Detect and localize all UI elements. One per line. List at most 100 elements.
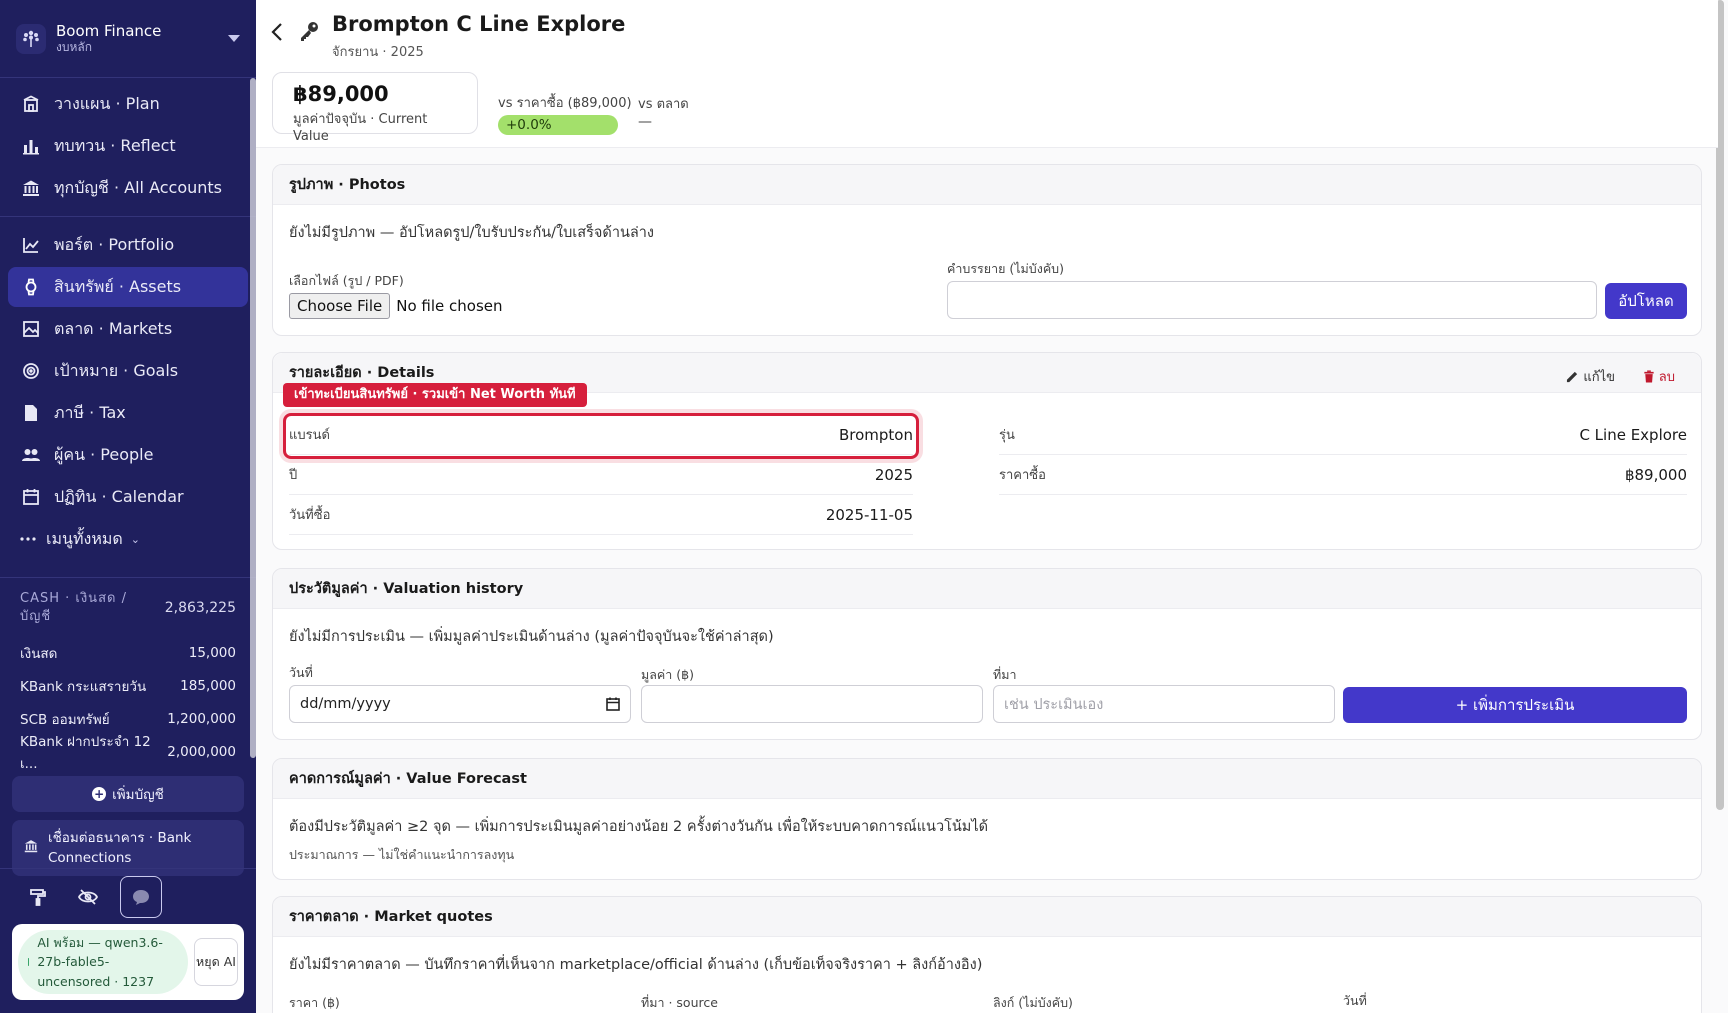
vs-market-label: vs ตลาด [638,97,689,112]
forecast-card: คาดการณ์มูลค่า · Value Forecast ต้องมีปร… [272,758,1702,880]
budget-name: งบหลัก [56,40,93,55]
choose-file-button[interactable]: Choose File [289,293,391,319]
nav-all-accounts-label: ทุกบัญชี · All Accounts [54,177,222,197]
sidebar: Boom Finance งบหลัก วางแผน · Plan ทบทวน … [0,0,256,1013]
chevron-down-icon: ⌄ [130,532,141,546]
detail-row-purchase-date: วันที่ซื้อ 2025-11-05 [289,495,913,535]
market-quotes-card: ราคาตลาด · Market quotes ยังไม่มีราคาตลา… [272,896,1702,1013]
detail-row-purchase-price: ราคาซื้อ ฿89,000 [999,455,1687,495]
caret-down-icon[interactable] [228,35,240,42]
cash-account-value: 1,200,000 [167,710,236,727]
add-account-button[interactable]: + เพิ่มบัญชี [12,776,244,813]
watch-icon [20,276,42,298]
cash-total: 2,863,225 [164,600,236,617]
nav-markets-label: ตลาด · Markets [54,318,173,338]
valuation-value-label: มูลค่า (฿) [641,667,694,682]
quote-date-label: วันที่ [1343,993,1367,1008]
valuation-date-input[interactable]: dd/mm/yyyy [289,685,631,723]
line-chart-icon [20,234,42,256]
description-label: คำบรรยาย (ไม่บังคับ) [947,261,1064,276]
valuation-value-input[interactable] [641,685,983,723]
nav-assets-label: สินทรัพย์ · Assets [54,276,182,296]
target-icon [20,360,42,382]
vs-purchase-badge: +0.0% [498,115,618,135]
nav-portfolio-label: พอร์ต · Portfolio [54,234,175,254]
nav-all-accounts[interactable]: ทุกบัญชี · All Accounts [8,168,248,208]
back-arrow-icon[interactable] [270,22,284,46]
detail-row-year: ปี 2025 [289,455,913,495]
tree-logo-icon [16,23,46,54]
photos-title: รูปภาพ · Photos [273,165,1701,205]
bar-chart-icon [20,135,42,157]
nav-people[interactable]: ผู้คน · People [8,435,248,475]
edit-button[interactable]: แก้ไข [1566,366,1615,387]
nav-reflect-label: ทบทวน · Reflect [54,135,176,155]
nav-tax-label: ภาษี · Tax [54,402,126,422]
nav-plan-label: วางแผน · Plan [54,93,160,113]
valuation-source-input[interactable]: เช่น ประเมินเอง [993,685,1335,723]
paint-roller-icon[interactable] [20,879,56,915]
upload-button[interactable]: อัปโหลด [1605,283,1687,319]
detail-value: 2025-11-05 [825,505,913,524]
valuation-card: ประวัติมูลค่า · Valuation history ยังไม่… [272,568,1702,740]
photos-empty-text: ยังไม่มีรูปภาพ — อัปโหลดรูป/ใบรับประกัน/… [289,225,654,241]
sidebar-tools [0,868,256,924]
nav-all-menu[interactable]: เมนูทั้งหมด ⌄ [8,519,248,559]
stop-ai-button[interactable]: หยุด AI [194,938,238,986]
calendar-icon[interactable] [606,697,620,711]
cash-account-row[interactable]: KBank ฝากประจำ 12 เ... 2,000,000 [20,734,236,772]
market-quotes-title: ราคาตลาด · Market quotes [273,897,1701,937]
main-nav: วางแผน · Plan ทบทวน · Reflect ทุกบัญชี ·… [0,78,256,559]
description-input[interactable] [947,281,1597,319]
bank-icon [24,839,38,857]
nav-markets[interactable]: ตลาด · Markets [8,309,248,349]
current-value: ฿89,000 [293,82,389,106]
no-file-text: No file chosen [396,297,503,315]
detail-key: ราคาซื้อ [999,468,1046,483]
nav-divider [0,216,256,217]
nav-all-menu-label: เมนูทั้งหมด [46,528,123,548]
chat-bubble-icon[interactable] [120,875,162,918]
nav-assets[interactable]: สินทรัพย์ · Assets [8,267,248,307]
nav-plan[interactable]: วางแผน · Plan [8,84,248,124]
nav-people-label: ผู้คน · People [54,444,154,464]
cash-account-name: SCB ออมทรัพย์ [20,711,110,728]
highlight-outline [283,413,919,459]
vs-purchase-label: vs ราคาซื้อ (฿89,000) [498,96,632,111]
nav-reflect[interactable]: ทบทวน · Reflect [8,126,248,166]
cash-account-row[interactable]: KBank กระแสรายวัน 185,000 [20,669,236,702]
detail-value: 2025 [874,465,913,484]
ai-status-pill: AI พร้อม — qwen3.6-27b-fable5-uncensored… [18,930,188,994]
ai-status-card: AI พร้อม — qwen3.6-27b-fable5-uncensored… [12,924,244,1000]
vs-market-value: — [638,114,652,130]
highlight-tag: เข้าทะเบียนสินทรัพย์ · รวมเข้า Net Worth… [283,383,587,407]
more-dots-icon [20,528,36,550]
valuation-date-label: วันที่ [289,665,313,680]
nav-portfolio[interactable]: พอร์ต · Portfolio [8,225,248,265]
page-subtitle: จักรยาน · 2025 [332,45,424,60]
valuation-title: ประวัติมูลค่า · Valuation history [273,569,1701,609]
nav-tax[interactable]: ภาษี · Tax [8,393,248,433]
nav-goals[interactable]: เป้าหมาย · Goals [8,351,248,391]
eye-off-icon[interactable] [70,879,106,915]
delete-button[interactable]: ลบ [1643,366,1675,387]
quote-source-label: ที่มา · source [641,995,718,1010]
cash-account-name: KBank ฝากประจำ 12 เ... [20,733,151,772]
valuation-empty-text: ยังไม่มีการประเมิน — เพิ่มมูลค่าประเมินด… [289,629,774,645]
status-dot-icon [28,958,30,966]
people-icon [20,444,42,466]
plus-circle-icon: + [92,787,107,802]
cash-account-row[interactable]: เงินสด 15,000 [20,636,236,669]
cash-account-value: 2,000,000 [167,743,236,760]
photos-card: รูปภาพ · Photos ยังไม่มีรูปภาพ — อัปโหลด… [272,164,1702,336]
document-icon [20,402,42,424]
workspace-switcher[interactable]: Boom Finance งบหลัก [0,0,256,78]
add-valuation-button[interactable]: + เพิ่มการประเมิน [1343,687,1687,723]
main-content: Brompton C Line Explore จักรยาน · 2025 ฿… [256,0,1728,1013]
date-placeholder: dd/mm/yyyy [300,696,391,712]
ai-status-text: AI พร้อม — qwen3.6-27b-fable5-uncensored… [37,934,163,989]
details-card: รายละเอียด · Details แก้ไข ลบ แบรนด์ Bro… [272,352,1702,550]
nav-calendar[interactable]: ปฏิทิน · Calendar [8,477,248,517]
nav-calendar-label: ปฏิทิน · Calendar [54,486,184,506]
key-icon [298,20,320,46]
